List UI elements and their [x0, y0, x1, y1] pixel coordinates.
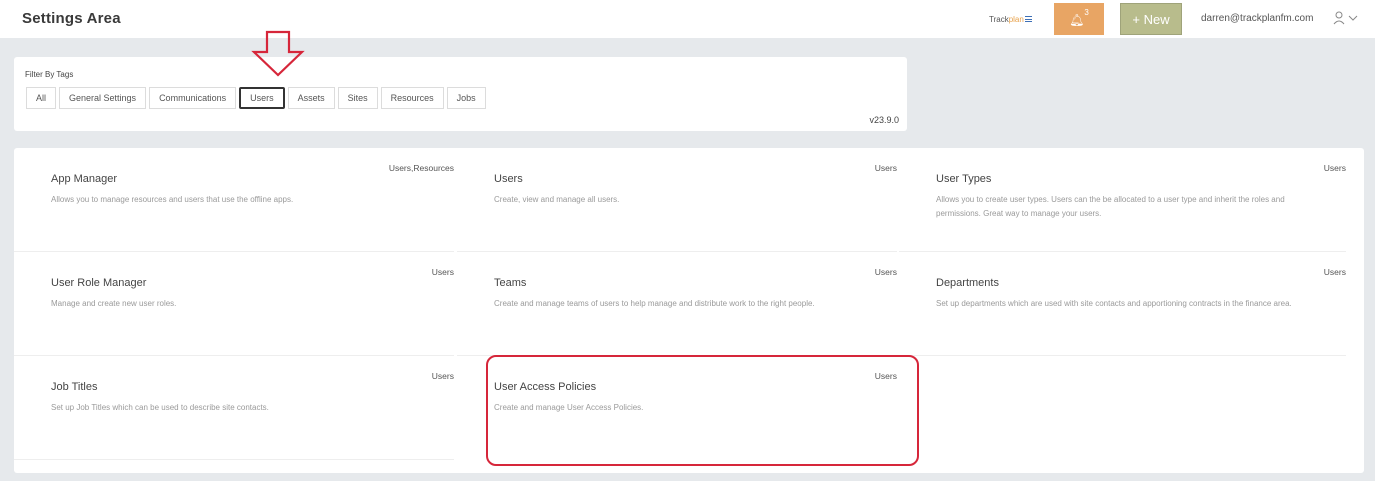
tag-assets[interactable]: Assets: [287, 87, 335, 109]
user-email[interactable]: darren@trackplanfm.com: [1201, 13, 1313, 24]
tag-sites[interactable]: Sites: [337, 87, 378, 109]
card-tags: Users: [874, 163, 897, 173]
card-user-role-manager[interactable]: User Role Manager Manage and create new …: [14, 252, 454, 356]
brand-part-2: plan: [1008, 15, 1024, 24]
card-description: Set up Job Titles which can be used to d…: [51, 403, 269, 412]
card-title: Users: [494, 173, 523, 185]
notifications-button[interactable]: 🔔︎3: [1054, 3, 1104, 35]
version-label: v23.9.0: [869, 115, 899, 125]
card-users[interactable]: Users Create, view and manage all users.…: [457, 148, 897, 252]
down-arrow-annotation-icon: [251, 30, 305, 77]
card-description: Create and manage teams of users to help…: [494, 299, 815, 308]
brand-part-1: Track: [989, 15, 1009, 24]
user-icon: [1333, 11, 1358, 25]
card-description: Allows you to manage resources and users…: [51, 195, 294, 204]
card-teams[interactable]: Teams Create and manage teams of users t…: [457, 252, 897, 356]
filter-panel: Filter By Tags All General Settings Comm…: [14, 57, 907, 131]
brand-logo[interactable]: Trackplan: [976, 0, 1042, 38]
card-title: Job Titles: [51, 381, 98, 393]
card-tags: Users,Resources: [388, 163, 454, 173]
card-title: User Types: [936, 173, 992, 185]
menu-bars-icon: [1024, 16, 1032, 22]
card-description: Allows you to create user types. Users c…: [936, 195, 1285, 218]
chevron-down-icon: [1348, 15, 1358, 21]
card-user-types[interactable]: User Types Allows you to create user typ…: [899, 148, 1346, 252]
card-tags: Users: [1323, 267, 1346, 277]
card-description: Set up departments which are used with s…: [936, 299, 1292, 308]
page-title: Settings Area: [22, 10, 121, 27]
card-title: Departments: [936, 277, 999, 289]
card-tags: Users: [1323, 163, 1346, 173]
new-button[interactable]: + New: [1120, 3, 1182, 35]
tag-all[interactable]: All: [26, 87, 57, 109]
tag-general-settings[interactable]: General Settings: [59, 87, 147, 109]
card-title: Teams: [494, 277, 527, 289]
highlight-annotation: [486, 355, 919, 466]
card-description: Create, view and manage all users.: [494, 195, 620, 204]
card-departments[interactable]: Departments Set up departments which are…: [899, 252, 1346, 356]
card-tags: Users: [431, 267, 454, 277]
card-title: User Role Manager: [51, 277, 147, 289]
card-description: Manage and create new user roles.: [51, 299, 177, 308]
top-bar: Settings Area Trackplan 🔔︎3 + New darren…: [0, 0, 1375, 38]
card-tags: Users: [431, 371, 454, 381]
card-job-titles[interactable]: Job Titles Set up Job Titles which can b…: [14, 356, 454, 460]
card-app-manager[interactable]: App Manager Allows you to manage resourc…: [14, 148, 454, 252]
notifications-count: 3: [1084, 8, 1089, 17]
filter-tags: All General Settings Communications User…: [26, 87, 486, 109]
card-tags: Users: [874, 267, 897, 277]
tag-resources[interactable]: Resources: [380, 87, 444, 109]
card-title: App Manager: [51, 173, 118, 185]
tag-jobs[interactable]: Jobs: [446, 87, 486, 109]
filter-label: Filter By Tags: [25, 70, 74, 79]
user-menu[interactable]: [1332, 10, 1362, 28]
tag-communications[interactable]: Communications: [149, 87, 237, 109]
tag-users[interactable]: Users: [239, 87, 285, 109]
bell-icon: 🔔︎: [1069, 13, 1085, 27]
